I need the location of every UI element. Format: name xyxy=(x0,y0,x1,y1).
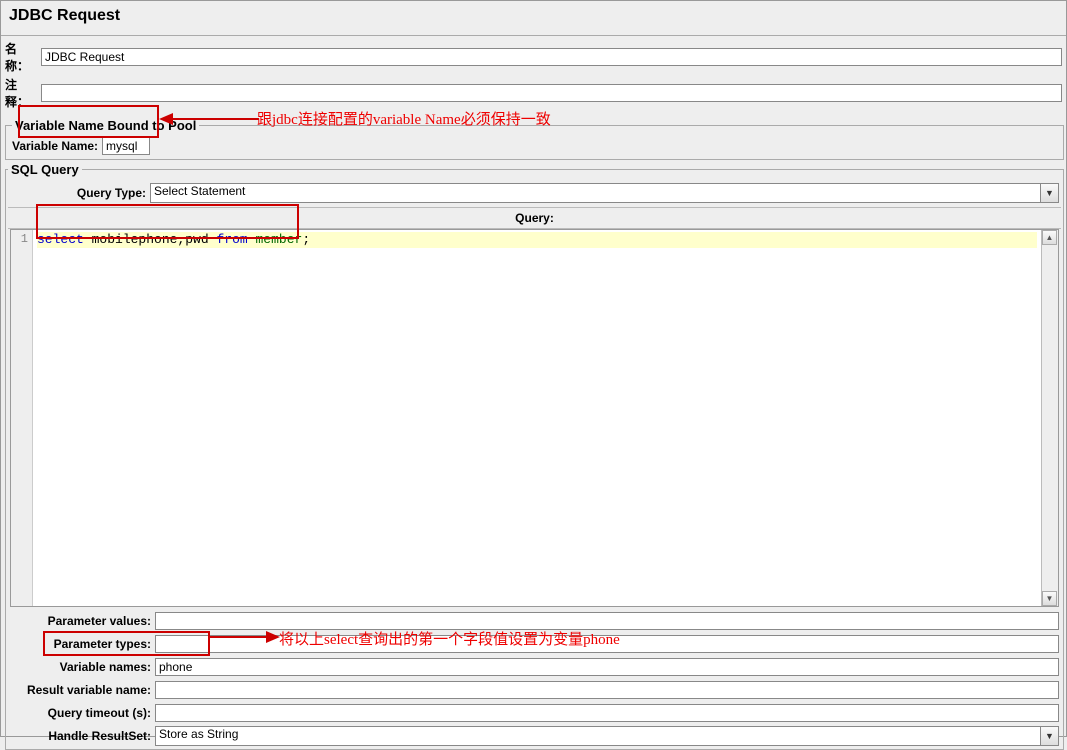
code-semi: ; xyxy=(302,232,310,247)
code-area[interactable]: select mobilephone,pwd from member; xyxy=(33,230,1041,606)
handle-resultset-label: Handle ResultSet: xyxy=(10,729,155,743)
pool-legend: Variable Name Bound to Pool xyxy=(12,118,199,133)
query-type-value: Select Statement xyxy=(154,184,245,198)
variable-name-label: Variable Name: xyxy=(12,139,102,153)
comment-label: 注释： xyxy=(5,76,41,110)
scroll-down-icon[interactable]: ▼ xyxy=(1042,591,1057,606)
keyword-select: select xyxy=(37,232,84,247)
basic-fields: 名称： 注释： xyxy=(1,36,1066,114)
keyword-from: from xyxy=(216,232,247,247)
variable-names-label: Variable names: xyxy=(10,660,155,674)
name-label: 名称： xyxy=(5,40,41,74)
query-type-select[interactable]: Select Statement ▼ xyxy=(150,183,1059,203)
sql-query-legend: SQL Query xyxy=(8,162,82,177)
result-variable-label: Result variable name: xyxy=(10,683,155,697)
param-values-label: Parameter values: xyxy=(10,614,155,628)
result-variable-input[interactable] xyxy=(155,681,1059,699)
annotation-text: 将以上select查询出的第一个字段值设置为变量phone xyxy=(279,628,620,649)
param-types-label: Parameter types: xyxy=(10,637,155,651)
code-line: select mobilephone,pwd from member; xyxy=(37,232,1037,248)
page-title: JDBC Request xyxy=(1,1,1066,36)
query-timeout-label: Query timeout (s): xyxy=(10,706,155,720)
line-number: 1 xyxy=(11,232,28,246)
variable-name-input[interactable] xyxy=(102,137,150,155)
query-type-label: Query Type: xyxy=(10,186,150,200)
param-values-input[interactable] xyxy=(155,612,1059,630)
annotation-text: 跟jdbc连接配置的variable Name必须保持一致 xyxy=(257,108,551,129)
handle-resultset-select[interactable]: Store as String ▼ xyxy=(155,726,1059,746)
variable-names-input[interactable] xyxy=(155,658,1059,676)
chevron-down-icon[interactable]: ▼ xyxy=(1040,727,1058,745)
code-columns: mobilephone,pwd xyxy=(92,232,209,247)
name-input[interactable] xyxy=(41,48,1062,66)
sql-query-fieldset: SQL Query Query Type: Select Statement ▼… xyxy=(5,162,1064,750)
code-table: member xyxy=(256,232,303,247)
query-timeout-input[interactable] xyxy=(155,704,1059,722)
scroll-up-icon[interactable]: ▲ xyxy=(1042,230,1057,245)
line-gutter: 1 xyxy=(11,230,33,606)
comment-input[interactable] xyxy=(41,84,1062,102)
chevron-down-icon[interactable]: ▼ xyxy=(1040,184,1058,202)
vertical-scrollbar[interactable]: ▲ ▼ xyxy=(1041,230,1058,606)
query-header: Query: xyxy=(8,207,1061,229)
handle-resultset-value: Store as String xyxy=(159,727,238,741)
sql-editor[interactable]: 1 select mobilephone,pwd from member; ▲ … xyxy=(10,229,1059,607)
